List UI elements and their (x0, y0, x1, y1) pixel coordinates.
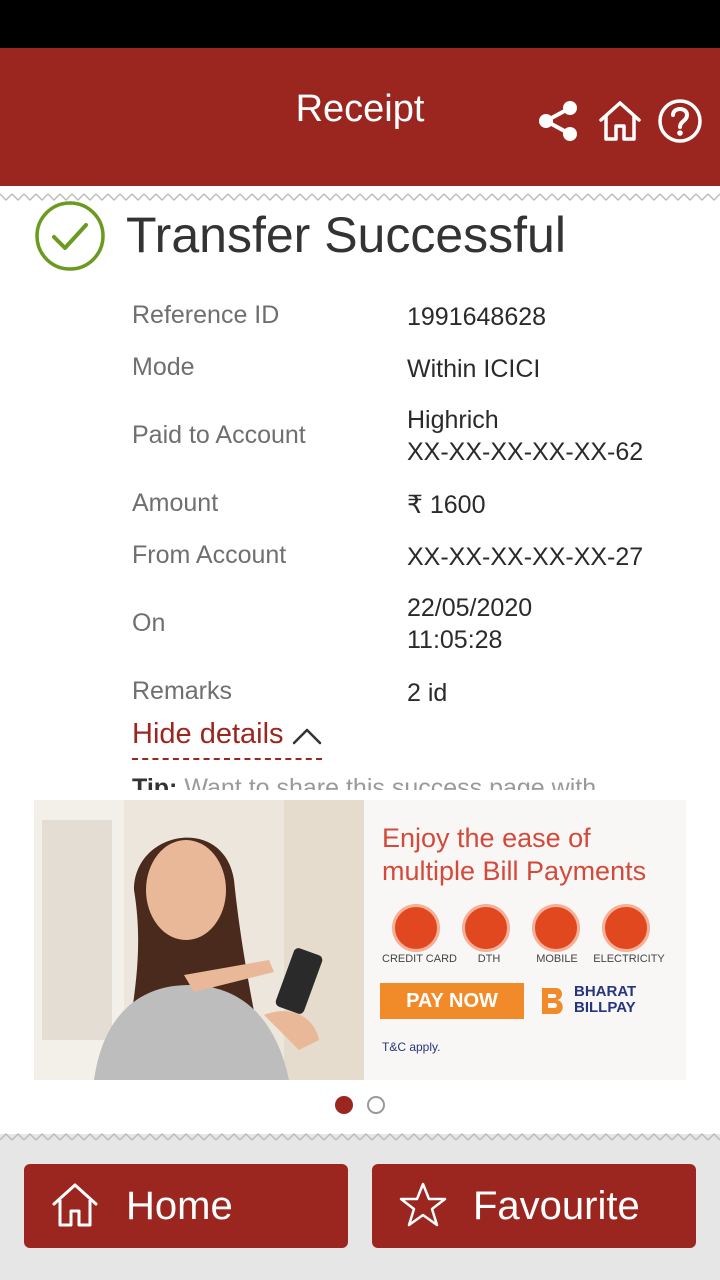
home-icon[interactable] (597, 98, 643, 144)
receipt-edge-bottom (0, 1130, 720, 1142)
reference-id-label: Reference ID (132, 301, 280, 329)
home-button[interactable]: Home (24, 1164, 348, 1248)
date-value: 22/05/2020 11:05:28 (407, 592, 532, 656)
reference-id-value: 1991648628 (407, 303, 547, 331)
remarks-label: Remarks (132, 677, 233, 705)
carousel-indicator (0, 1096, 720, 1114)
help-icon[interactable] (657, 98, 703, 144)
tip-text: Tip: Want to share this success page wit… (132, 774, 596, 790)
date-label: On (132, 609, 166, 637)
share-icon[interactable] (536, 98, 582, 144)
credit-card-label: CREDIT CARD (382, 953, 457, 965)
home-icon (52, 1183, 98, 1227)
woman-with-phone-image (34, 800, 364, 1080)
receipt-content: Transfer Successful Reference ID 1991648… (0, 196, 720, 790)
transfer-time: 11:05:28 (407, 626, 503, 654)
from-account-label: From Account (132, 541, 287, 569)
paid-to-account-value: Highrich XX-XX-XX-XX-XX-62 (407, 404, 643, 468)
paid-to-account-label: Paid to Account (132, 421, 306, 449)
promo-banner[interactable]: Enjoy the ease of multiple Bill Payments… (34, 800, 686, 1080)
carousel-dot-2[interactable] (367, 1096, 385, 1114)
satellite-dish-icon (462, 904, 510, 952)
banner-offer: Enjoy the ease of multiple Bill Payments… (364, 800, 686, 1080)
mode-label: Mode (132, 353, 195, 381)
transfer-date: 22/05/2020 (407, 594, 533, 622)
chevron-up-icon (292, 728, 321, 745)
star-icon (399, 1182, 447, 1227)
dth-label: DTH (477, 953, 501, 965)
status-title: Transfer Successful (126, 207, 566, 263)
check-circle-icon (35, 201, 105, 271)
pay-now-button[interactable]: PAY NOW (380, 983, 524, 1019)
electricity-label: ELECTRICITY (593, 953, 665, 965)
amount-label: Amount (132, 489, 219, 517)
mobile-phone-icon (532, 904, 580, 952)
carousel-dot-1[interactable] (335, 1096, 353, 1114)
tip-message: Want to share this success page with (184, 774, 597, 790)
footer-bar: Home Favourite (0, 1134, 720, 1280)
favourite-button[interactable]: Favourite (372, 1164, 696, 1248)
home-button-label: Home (126, 1184, 233, 1228)
from-account-value: XX-XX-XX-XX-XX-27 (407, 543, 644, 571)
hide-details-label: Hide details (132, 718, 284, 750)
mobile-label: MOBILE (536, 953, 578, 965)
bharat-billpay-text: BHARAT BILLPAY (574, 983, 637, 1016)
remarks-value: 2 id (407, 679, 448, 707)
payee-name: Highrich (407, 406, 499, 434)
payee-account: XX-XX-XX-XX-XX-62 (407, 438, 644, 466)
banner-headline: Enjoy the ease of multiple Bill Payments (382, 823, 647, 886)
mode-value: Within ICICI (407, 355, 541, 383)
lightning-icon (602, 904, 650, 952)
favourite-button-label: Favourite (473, 1184, 640, 1228)
hide-details-link[interactable]: Hide details (132, 718, 322, 760)
app-header: Receipt (0, 48, 720, 186)
bharat-billpay-logo (542, 988, 563, 1014)
credit-card-icon (392, 904, 440, 952)
status-bar (0, 0, 720, 48)
tip-label: Tip: (132, 774, 178, 790)
banner-tnc: T&C apply. (382, 1040, 441, 1054)
amount-value: ₹ 1600 (407, 491, 486, 519)
